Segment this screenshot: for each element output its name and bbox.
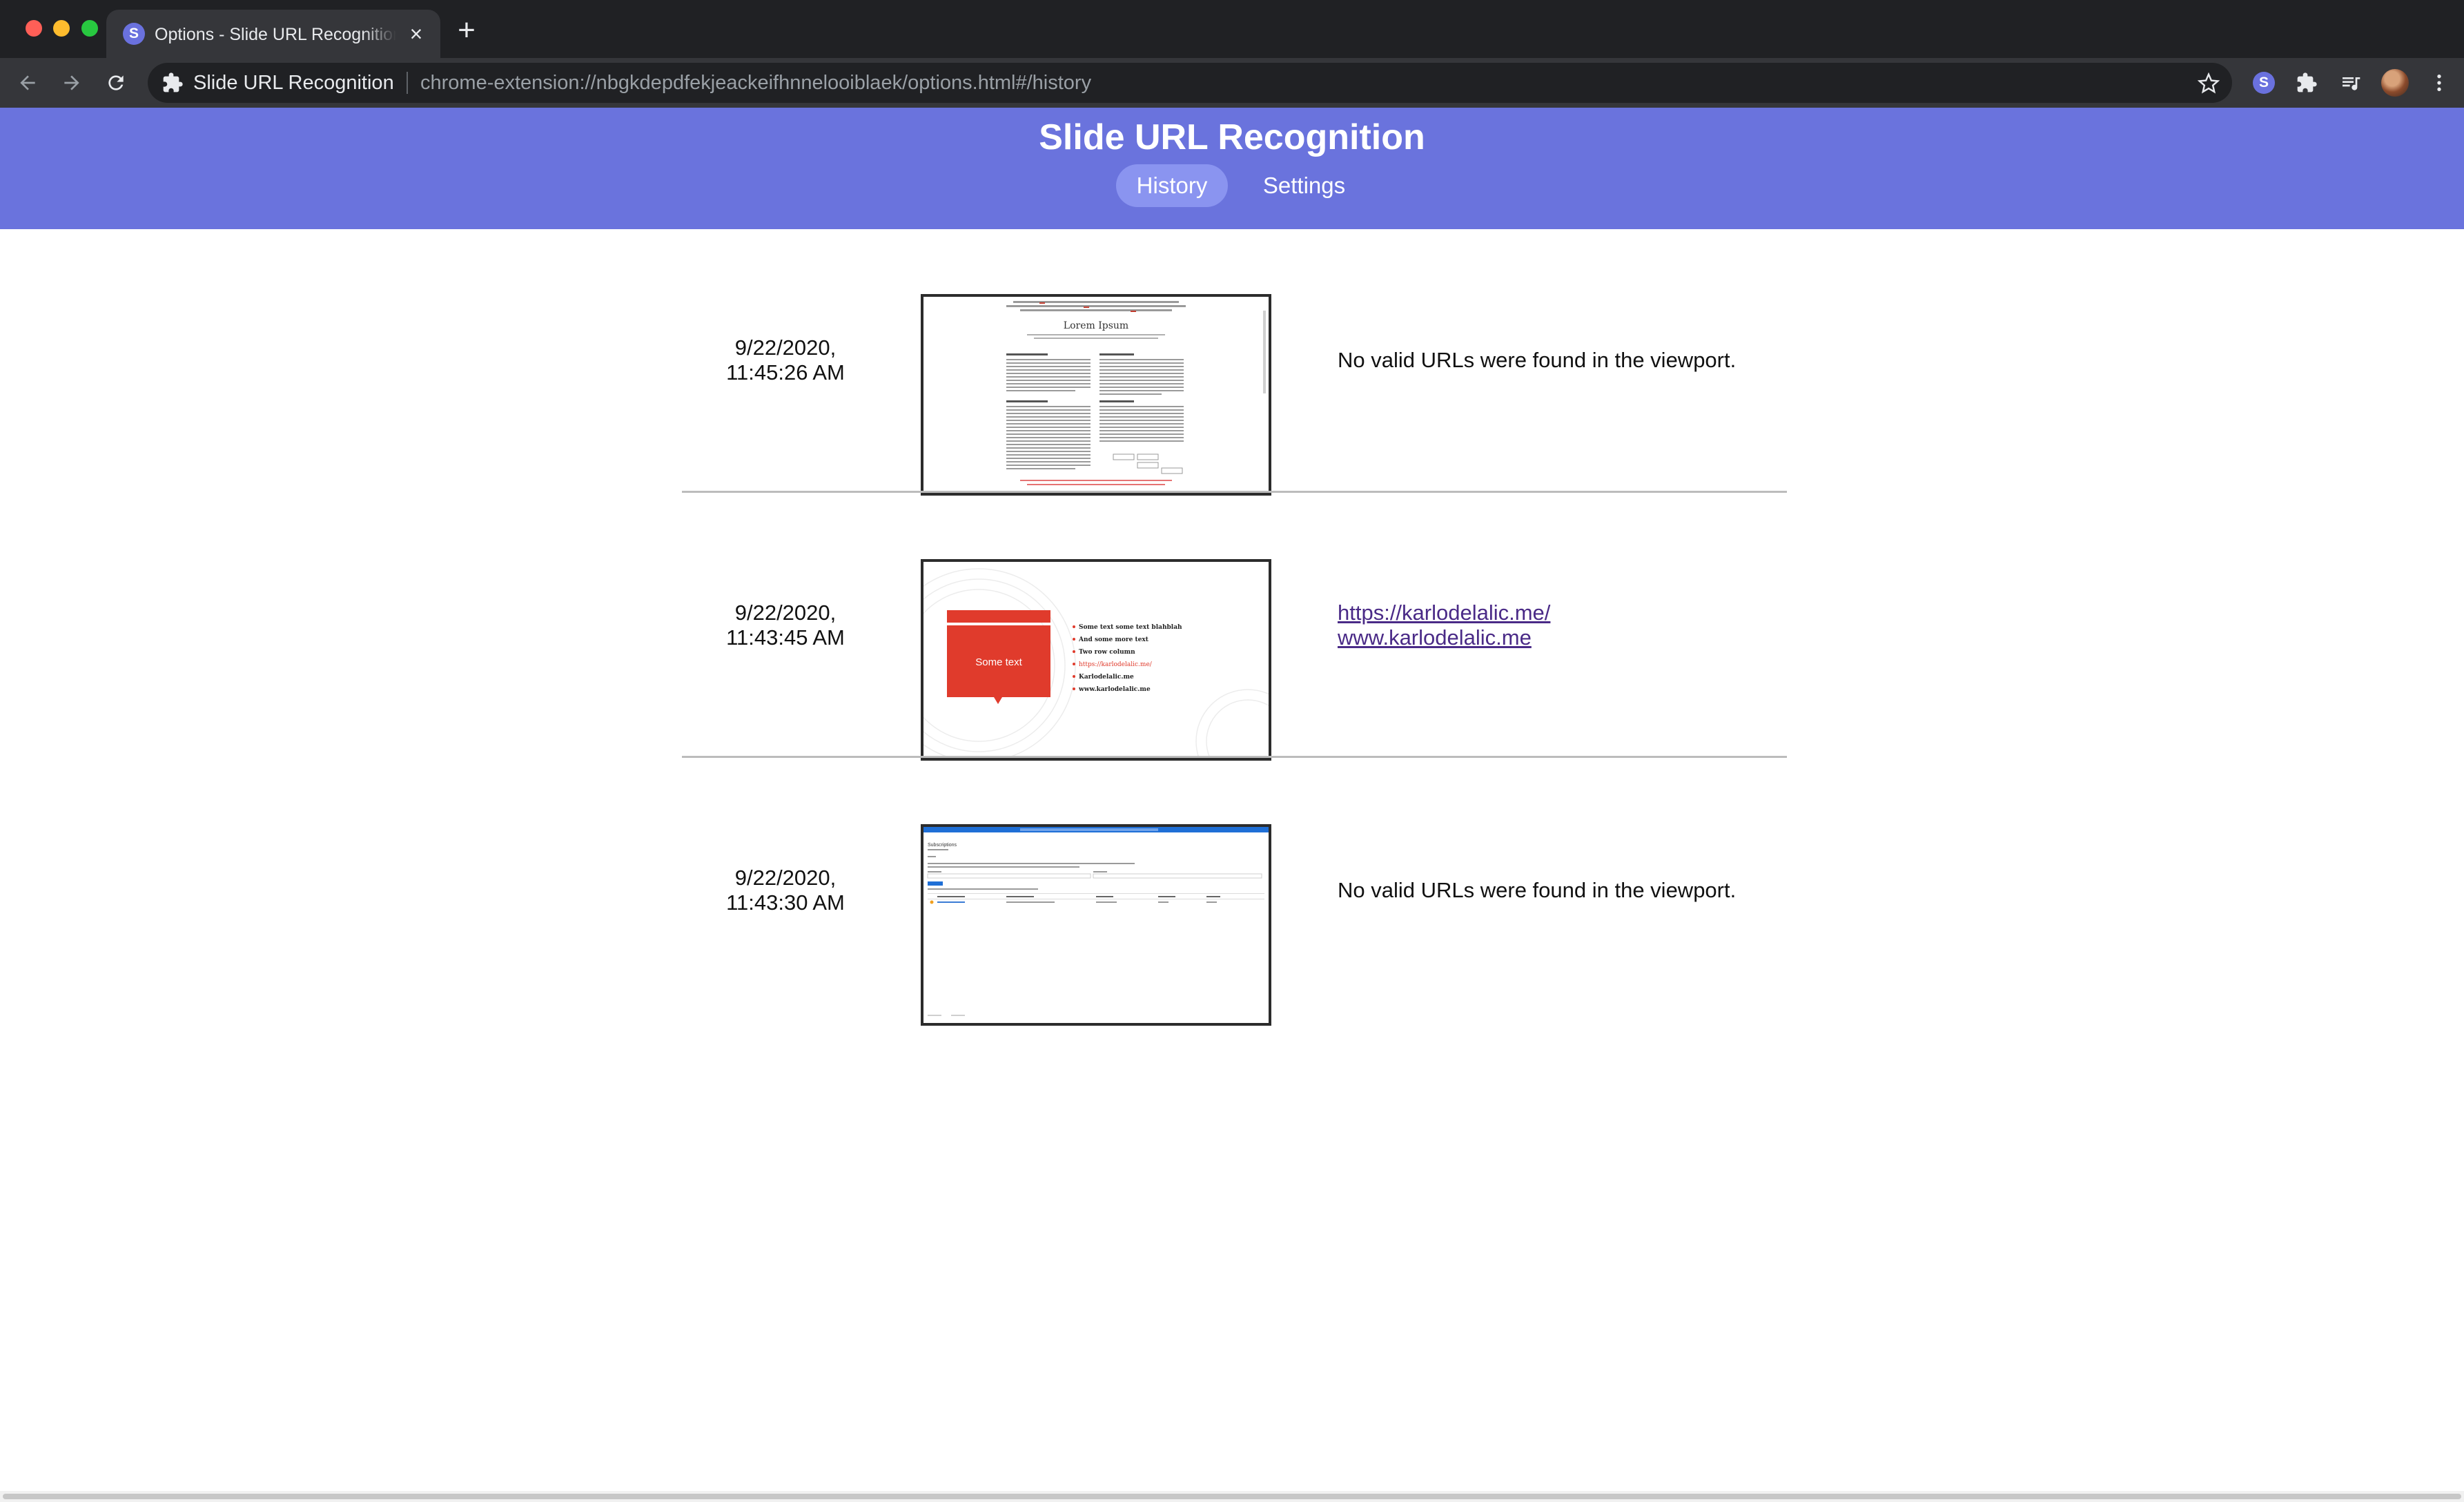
extensions-puzzle-icon[interactable] [2291,68,2322,98]
history-date: 9/22/2020, [734,335,837,360]
profile-avatar[interactable] [2380,68,2410,98]
no-urls-message: No valid URLs were found in the viewport… [1338,878,1737,902]
history-timestamp: 9/22/2020, 11:43:45 AM [682,493,889,758]
detected-url-link[interactable]: https://karlodelalic.me/ [1338,601,1779,625]
app-nav: History Settings [0,164,2464,207]
media-queue-icon[interactable] [2336,68,2366,98]
omnibox-url[interactable]: chrome-extension://nbgkdepdfekjeackeifhn… [420,70,1091,95]
history-result: https://karlodelalic.me/ www.karlodelali… [1338,493,1779,758]
forward-arrow-icon[interactable] [57,68,87,98]
window-close-button[interactable] [26,20,42,37]
thumb-bullet: www.karlodelalic.me [1078,686,1151,693]
avatar [2381,69,2409,97]
history-time: 11:43:30 AM [726,890,845,915]
history-date: 9/22/2020, [734,866,837,890]
omnibox-site-name: Slide URL Recognition [193,72,394,94]
reload-icon[interactable] [101,68,131,98]
no-urls-message: No valid URLs were found in the viewport… [1338,348,1737,372]
new-tab-button[interactable]: + [451,15,482,47]
history-result: No valid URLs were found in the viewport… [1338,758,1779,1023]
tab-history[interactable]: History [1116,164,1228,207]
screenshot-thumbnail: Lorem Ipsum [921,294,1271,496]
thumb-lorem-title: Lorem Ipsum [1064,320,1128,331]
screenshot-thumbnail: Subscriptions [921,824,1271,1026]
thumb-bullet: Two row column [1079,649,1135,656]
omnibox-divider [407,72,408,94]
screenshot-thumbnail: Some text Some text some text blahblah A… [921,559,1271,761]
thumb-bullet: https://karlodelalic.me/ [1079,661,1153,668]
address-bar[interactable]: Slide URL Recognition chrome-extension:/… [148,63,2232,103]
slide-url-extension-icon[interactable]: S [2249,68,2279,98]
scrollbar-thumb[interactable] [3,1494,2461,1499]
browser-tab-active[interactable]: S Options - Slide URL Recognition × [106,10,440,58]
more-menu-icon[interactable] [2424,68,2454,98]
history-result: No valid URLs were found in the viewport… [1338,228,1779,493]
page-title: Slide URL Recognition [1039,117,1425,157]
history-timestamp: 9/22/2020, 11:45:26 AM [682,228,889,493]
horizontal-scrollbar[interactable] [0,1491,2464,1502]
app-header: Slide URL Recognition History Settings [0,108,2464,229]
history-timestamp: 9/22/2020, 11:43:30 AM [682,758,889,1023]
window-zoom-button[interactable] [81,20,98,37]
tab-close-icon[interactable]: × [403,21,429,47]
history-date: 9/22/2020, [734,601,837,625]
thumb-portal-title: Subscriptions [928,843,957,848]
history-entry: 9/22/2020, 11:43:45 AM Some text Some te… [682,493,1787,761]
history-time: 11:43:45 AM [726,625,845,650]
bookmark-star-icon[interactable] [2195,70,2222,97]
extension-favicon-icon: S [123,23,145,45]
thumb-bullet: Some text some text blahblah [1079,624,1182,631]
history-entry: 9/22/2020, 11:43:30 AM Subscriptions No … [682,758,1787,1026]
browser-tab-strip: S Options - Slide URL Recognition × + [0,0,2464,58]
thumb-bullet: And some more text [1078,636,1149,643]
browser-toolbar: Slide URL Recognition chrome-extension:/… [0,58,2464,108]
window-minimize-button[interactable] [53,20,70,37]
extension-badge: S [2253,72,2275,94]
history-time: 11:45:26 AM [726,360,845,384]
puzzle-piece-icon [162,72,184,94]
back-arrow-icon[interactable] [12,68,43,98]
tab-title: Options - Slide URL Recognition [155,25,396,44]
history-entry: 9/22/2020, 11:45:26 AM Lorem Ipsum No va… [682,228,1787,496]
detected-url-link[interactable]: www.karlodelalic.me [1338,625,1779,650]
thumb-callout-text: Some text [975,656,1022,668]
thumb-bullet: Karlodelalic.me [1079,674,1134,681]
tab-settings[interactable]: Settings [1251,164,1358,207]
